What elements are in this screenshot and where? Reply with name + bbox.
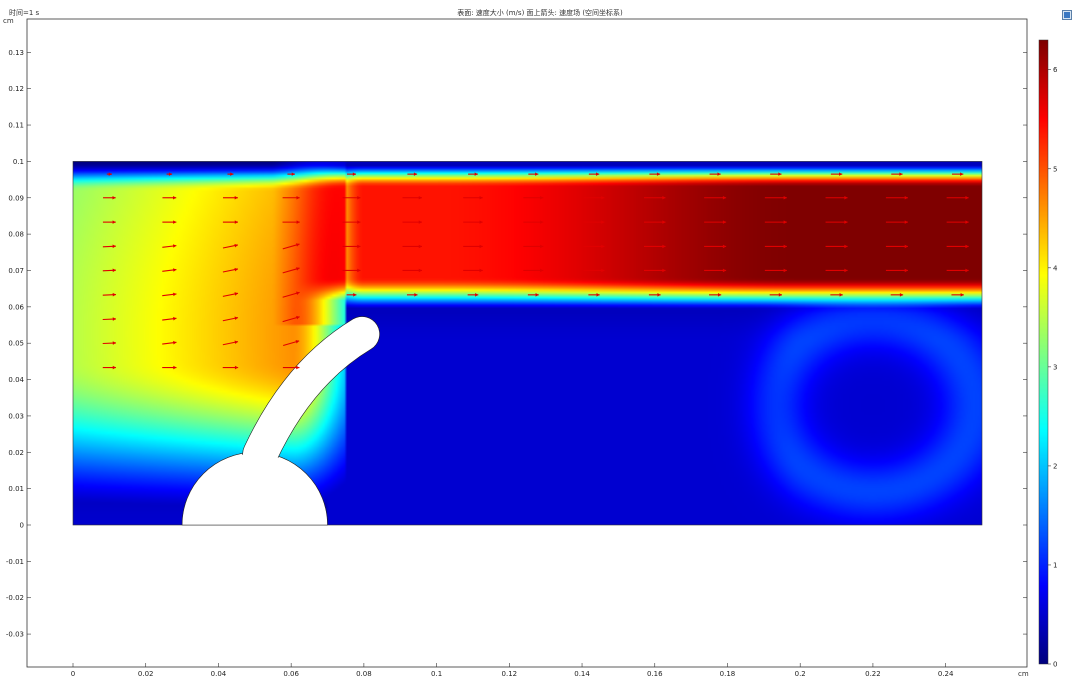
colorbar-tick-label: 4 bbox=[1053, 264, 1058, 272]
x-tick-label: 0.1 bbox=[431, 670, 442, 678]
y-tick-label: -0.01 bbox=[6, 558, 24, 566]
y-tick-label: 0.01 bbox=[8, 485, 24, 493]
y-tick-label: 0.13 bbox=[8, 49, 24, 57]
x-tick-label: 0 bbox=[71, 670, 75, 678]
y-tick-label: 0.02 bbox=[8, 449, 24, 457]
colorbar-tick-label: 2 bbox=[1053, 462, 1057, 470]
colorbar-tick-label: 3 bbox=[1053, 363, 1057, 371]
x-tick-label: 0.08 bbox=[356, 670, 372, 678]
x-tick-label: 0.24 bbox=[938, 670, 954, 678]
y-tick-label: 0.03 bbox=[8, 412, 24, 420]
x-tick-label: 0.06 bbox=[283, 670, 299, 678]
y-tick-label: -0.03 bbox=[6, 631, 24, 639]
y-tick-label: 0.05 bbox=[8, 340, 24, 348]
y-tick-label: 0.12 bbox=[8, 85, 24, 93]
colorbar-tick-label: 1 bbox=[1053, 561, 1057, 569]
y-tick-label: -0.02 bbox=[6, 594, 24, 602]
y-tick-label: 0.11 bbox=[8, 122, 24, 130]
colorbar-gradient bbox=[1039, 40, 1048, 664]
x-tick-label: 0.2 bbox=[795, 670, 806, 678]
y-tick-label: 0.1 bbox=[13, 158, 24, 166]
x-tick-label: 0.16 bbox=[647, 670, 663, 678]
y-tick-label: 0.04 bbox=[8, 376, 24, 384]
colorbar-tick-label: 0 bbox=[1053, 661, 1057, 669]
y-tick-label: 0.07 bbox=[8, 267, 24, 275]
x-tick-label: 0.12 bbox=[502, 670, 518, 678]
x-tick-label: 0.14 bbox=[574, 670, 590, 678]
x-tick-label: 0.18 bbox=[720, 670, 736, 678]
y-tick-label: 0 bbox=[20, 522, 24, 530]
y-tick-label: 0.06 bbox=[8, 303, 24, 311]
x-tick-label: 0.04 bbox=[211, 670, 227, 678]
x-tick-label: 0.22 bbox=[865, 670, 881, 678]
x-tick-label: 0.02 bbox=[138, 670, 154, 678]
y-tick-label: 0.09 bbox=[8, 194, 24, 202]
colorbar-tick-label: 5 bbox=[1053, 165, 1057, 173]
colorbar-tick-label: 6 bbox=[1053, 66, 1058, 74]
chart: 0 0.02 0.04 0.06 0.08 0.1 0.12 0.14 0.16 0.18 0.2 0… bbox=[6, 18, 1058, 678]
y-tick-label: 0.08 bbox=[8, 231, 24, 239]
